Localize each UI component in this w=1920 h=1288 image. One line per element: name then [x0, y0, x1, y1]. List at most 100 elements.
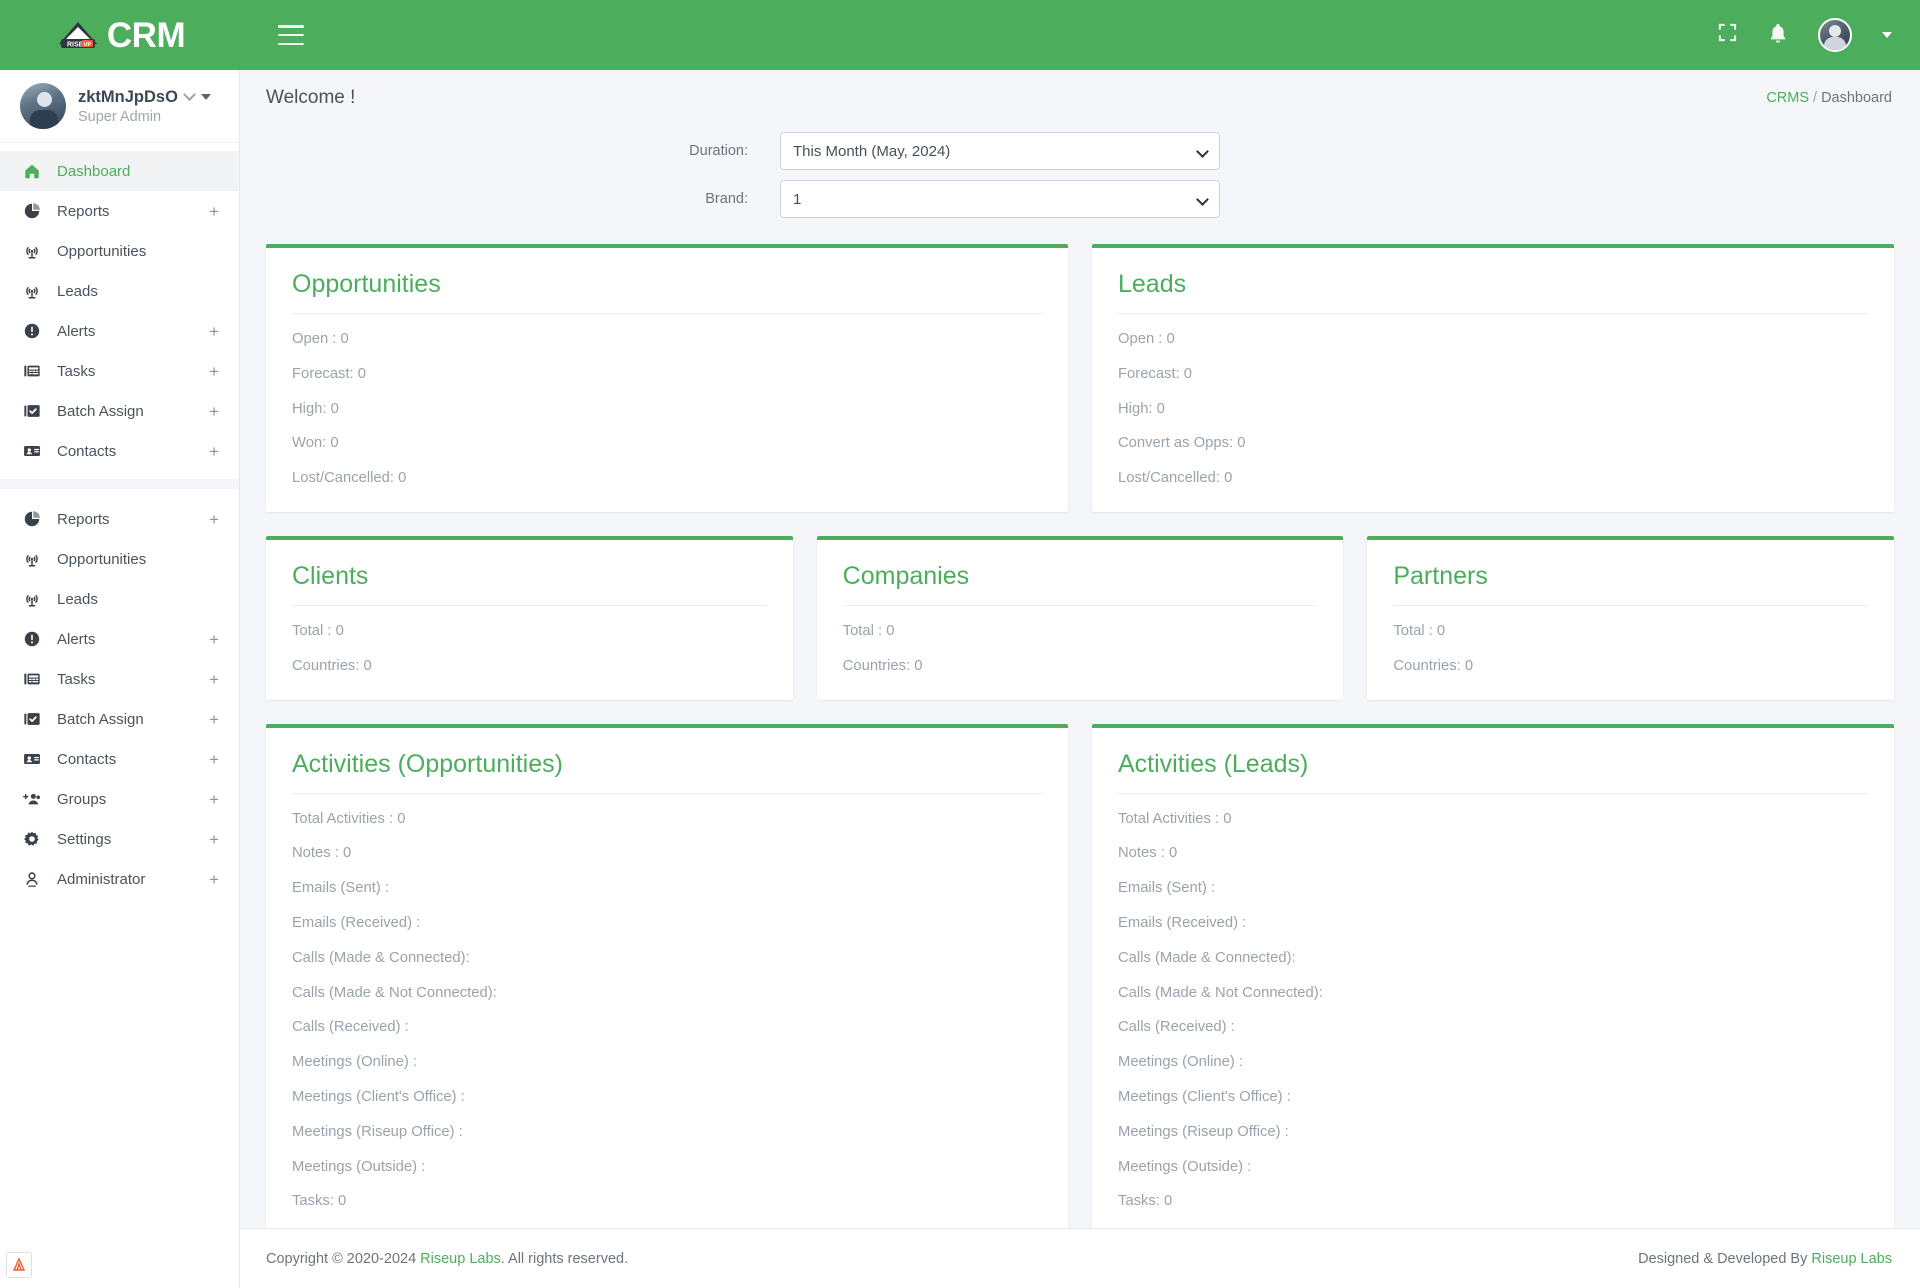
expand-plus-icon[interactable]: +	[209, 323, 219, 340]
sidebar-item-opportunities[interactable]: Opportunities	[0, 539, 239, 579]
expand-plus-icon[interactable]: +	[209, 443, 219, 460]
bell-icon[interactable]	[1768, 22, 1788, 49]
sidebar-item-opportunities[interactable]: Opportunities	[0, 231, 239, 271]
stat-line: Forecast: 0	[292, 365, 367, 382]
sidebar-item-reports[interactable]: Reports +	[0, 499, 239, 539]
corner-widget-badge[interactable]	[6, 1252, 32, 1278]
brand-label: Brand:	[705, 191, 748, 207]
card-stats: Total : 0 Countries: 0	[292, 624, 767, 674]
sidebar-item-dashboard[interactable]: Dashboard	[0, 151, 239, 191]
page-header: Welcome ! CRMS / Dashboard	[240, 70, 1920, 126]
sidebar-item-contacts[interactable]: Contacts +	[0, 739, 239, 779]
sidebar-item-label: Administrator	[57, 870, 146, 888]
sidebar-item-batch-assign[interactable]: Batch Assign +	[0, 699, 239, 739]
sidebar-item-label: Batch Assign	[57, 402, 144, 420]
avatar[interactable]	[1818, 18, 1852, 52]
sidebar-item-label: Contacts	[57, 750, 117, 768]
sidebar-item-label: Tasks	[57, 362, 96, 380]
expand-plus-icon[interactable]: +	[209, 671, 219, 688]
footer-copyright: Copyright © 2020-2024 Riseup Labs. All r…	[266, 1251, 628, 1267]
sidebar-item-label: Reports	[57, 510, 110, 528]
chevron-down-icon[interactable]	[1882, 32, 1892, 38]
sidebar-item-label: Contacts	[57, 442, 117, 460]
sidebar-item-label: Opportunities	[57, 242, 147, 260]
alert-circle-icon	[22, 629, 42, 649]
duration-select[interactable]: This Month (May, 2024)	[780, 132, 1220, 170]
card-stats: Total : 0 Countries: 0	[1393, 624, 1868, 674]
hamburger-icon[interactable]	[278, 25, 304, 45]
sidebar-user-box[interactable]: zktMnJpDsO Super Admin	[0, 70, 239, 143]
sidebar-item-groups[interactable]: Groups +	[0, 779, 239, 819]
expand-plus-icon[interactable]: +	[209, 711, 219, 728]
expand-plus-icon[interactable]: +	[209, 363, 219, 380]
sidebar-item-label: Groups	[57, 790, 107, 808]
stat-line: Meetings (Riseup Office) :	[292, 1123, 463, 1140]
footer: Copyright © 2020-2024 Riseup Labs. All r…	[240, 1228, 1920, 1288]
expand-plus-icon[interactable]: +	[209, 751, 219, 768]
chevron-down-icon[interactable]	[183, 87, 196, 101]
stat-line: Emails (Received) :	[292, 914, 421, 931]
sidebar-item-reports[interactable]: Reports +	[0, 191, 239, 231]
card-title: Clients	[292, 562, 767, 606]
sidebar-item-tasks[interactable]: Tasks +	[0, 351, 239, 391]
expand-plus-icon[interactable]: +	[209, 791, 219, 808]
sidebar-item-alerts[interactable]: Alerts +	[0, 619, 239, 659]
footer-copyright-prefix: Copyright © 2020-2024	[266, 1250, 421, 1267]
stat-line: Calls (Received) :	[292, 1019, 409, 1036]
pie-chart-icon	[22, 201, 42, 221]
card-title: Activities (Leads)	[1118, 750, 1868, 794]
sidebar-item-label: Opportunities	[57, 550, 147, 568]
checkbox-icon	[22, 709, 42, 729]
expand-plus-icon[interactable]: +	[209, 831, 219, 848]
stat-line: Won: 0	[292, 435, 339, 452]
expand-plus-icon[interactable]: +	[209, 631, 219, 648]
contact-card-icon	[22, 441, 42, 461]
expand-plus-icon[interactable]: +	[209, 203, 219, 220]
task-board-icon	[22, 669, 42, 689]
stat-line: Notes : 0	[292, 845, 352, 862]
breadcrumb-root-link[interactable]: CRMS	[1766, 90, 1809, 106]
card-partners: Partners Total : 0 Countries: 0	[1367, 535, 1895, 700]
stat-line: Meetings (Outside) :	[1118, 1158, 1252, 1175]
card-stats: Total : 0 Countries: 0	[843, 624, 1318, 674]
expand-plus-icon[interactable]: +	[209, 403, 219, 420]
card-title: Companies	[842, 562, 1318, 606]
footer-designer-link[interactable]: Riseup Labs	[1811, 1251, 1892, 1267]
sidebar-item-tasks[interactable]: Tasks +	[0, 659, 239, 699]
sidebar-item-batch-assign[interactable]: Batch Assign +	[0, 391, 239, 431]
stat-line: Calls (Made & Connected):	[292, 949, 470, 966]
gear-icon	[22, 829, 42, 849]
fullscreen-icon[interactable]	[1717, 22, 1738, 48]
crm-dashboard-page: RISE UP CRM zktMnJpDsO Super Admin Dashb…	[0, 0, 1920, 1288]
card-stats: Total Activities : 0 Notes : 0 Emails (Sen…	[292, 810, 1042, 1210]
broadcast-icon	[22, 589, 42, 609]
sidebar-item-administrator[interactable]: Administrator +	[0, 859, 239, 899]
svg-text:RISE: RISE	[67, 42, 84, 49]
expand-plus-icon[interactable]: +	[209, 871, 219, 888]
stat-line: Total Activities : 0	[292, 810, 406, 827]
sidebar-user-meta: zktMnJpDsO Super Admin	[78, 88, 211, 125]
sidebar-item-leads[interactable]: Leads	[0, 579, 239, 619]
expand-plus-icon[interactable]: +	[209, 511, 219, 528]
sidebar-item-label: Leads	[57, 282, 98, 300]
card-leads: Leads Open : 0 Forecast: 0 High: 0 Convert …	[1092, 244, 1894, 512]
card-title: Opportunities	[292, 270, 1042, 314]
brand-select[interactable]: 1	[780, 180, 1220, 218]
stat-line: Emails (Sent) :	[1118, 880, 1216, 897]
sidebar: zktMnJpDsO Super Admin Dashboard Reports +…	[0, 70, 240, 1288]
stat-line: Meetings (Online) :	[1118, 1054, 1244, 1071]
sidebar-item-alerts[interactable]: Alerts +	[0, 311, 239, 351]
stat-line: Notes : 0	[1118, 845, 1178, 862]
sidebar-item-settings[interactable]: Settings +	[0, 819, 239, 859]
sidebar-item-contacts[interactable]: Contacts +	[0, 431, 239, 471]
sidebar-item-leads[interactable]: Leads	[0, 271, 239, 311]
stat-line: High: 0	[1118, 400, 1165, 417]
stat-line: Countries: 0	[1393, 657, 1474, 674]
caret-down-icon[interactable]	[200, 94, 211, 100]
card-activities-opportunities: Activities (Opportunities) Total Activit…	[266, 723, 1068, 1236]
stat-line: Total Activities : 0	[1118, 810, 1232, 827]
footer-company-link[interactable]: Riseup Labs	[420, 1251, 501, 1267]
topbar-actions	[1717, 18, 1920, 52]
broadcast-icon	[22, 241, 42, 261]
brand-logo-area[interactable]: RISE UP CRM	[0, 0, 240, 70]
